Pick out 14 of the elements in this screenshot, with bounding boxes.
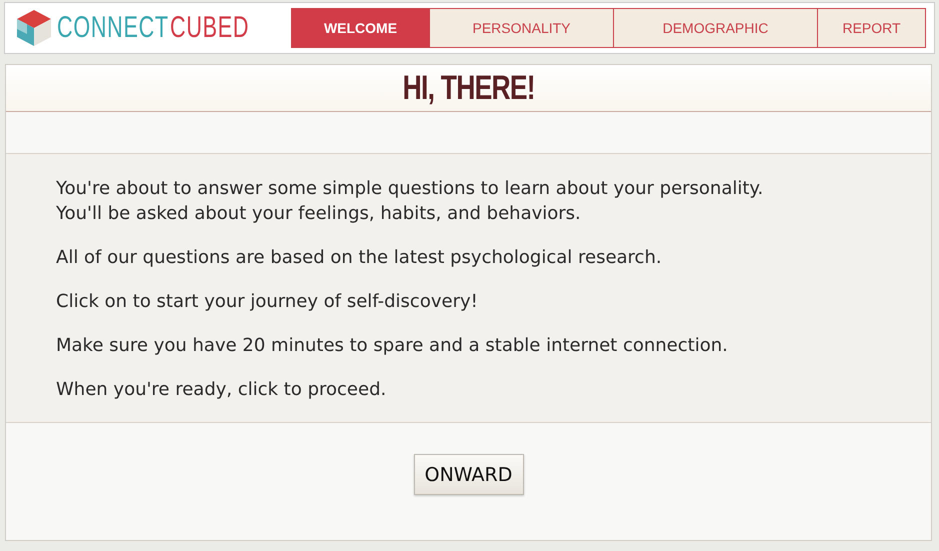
onward-button[interactable]: ONWARD <box>414 454 524 495</box>
logo-word: CONNECT <box>57 11 169 45</box>
nav-tab[interactable]: WELCOME <box>291 8 430 48</box>
cube-logo-icon <box>15 8 53 48</box>
intro-paragraph: You're about to answer some simple questions to learn about your personality. You'll be asked about your feelings, habits, and behaviors. <box>56 177 764 226</box>
page-heading: HI, THERE! <box>402 68 535 108</box>
nav-tab[interactable]: DEMOGRAPHIC <box>613 8 818 48</box>
intro-paragraph: All of our questions are based on the latest psychological research. <box>56 246 663 270</box>
intro-paragraph: When you're ready, click to proceed. <box>56 378 388 402</box>
logo-word: CUBED <box>170 11 250 45</box>
nav-tab[interactable]: PERSONALITY <box>429 8 614 48</box>
intro-paragraph: Click on to start your journey of self-discovery! <box>56 290 479 314</box>
intro-paragraph: Make sure you have 20 minutes to spare and a stable internet connection. <box>56 334 729 358</box>
nav-tab[interactable]: REPORT <box>817 8 926 48</box>
